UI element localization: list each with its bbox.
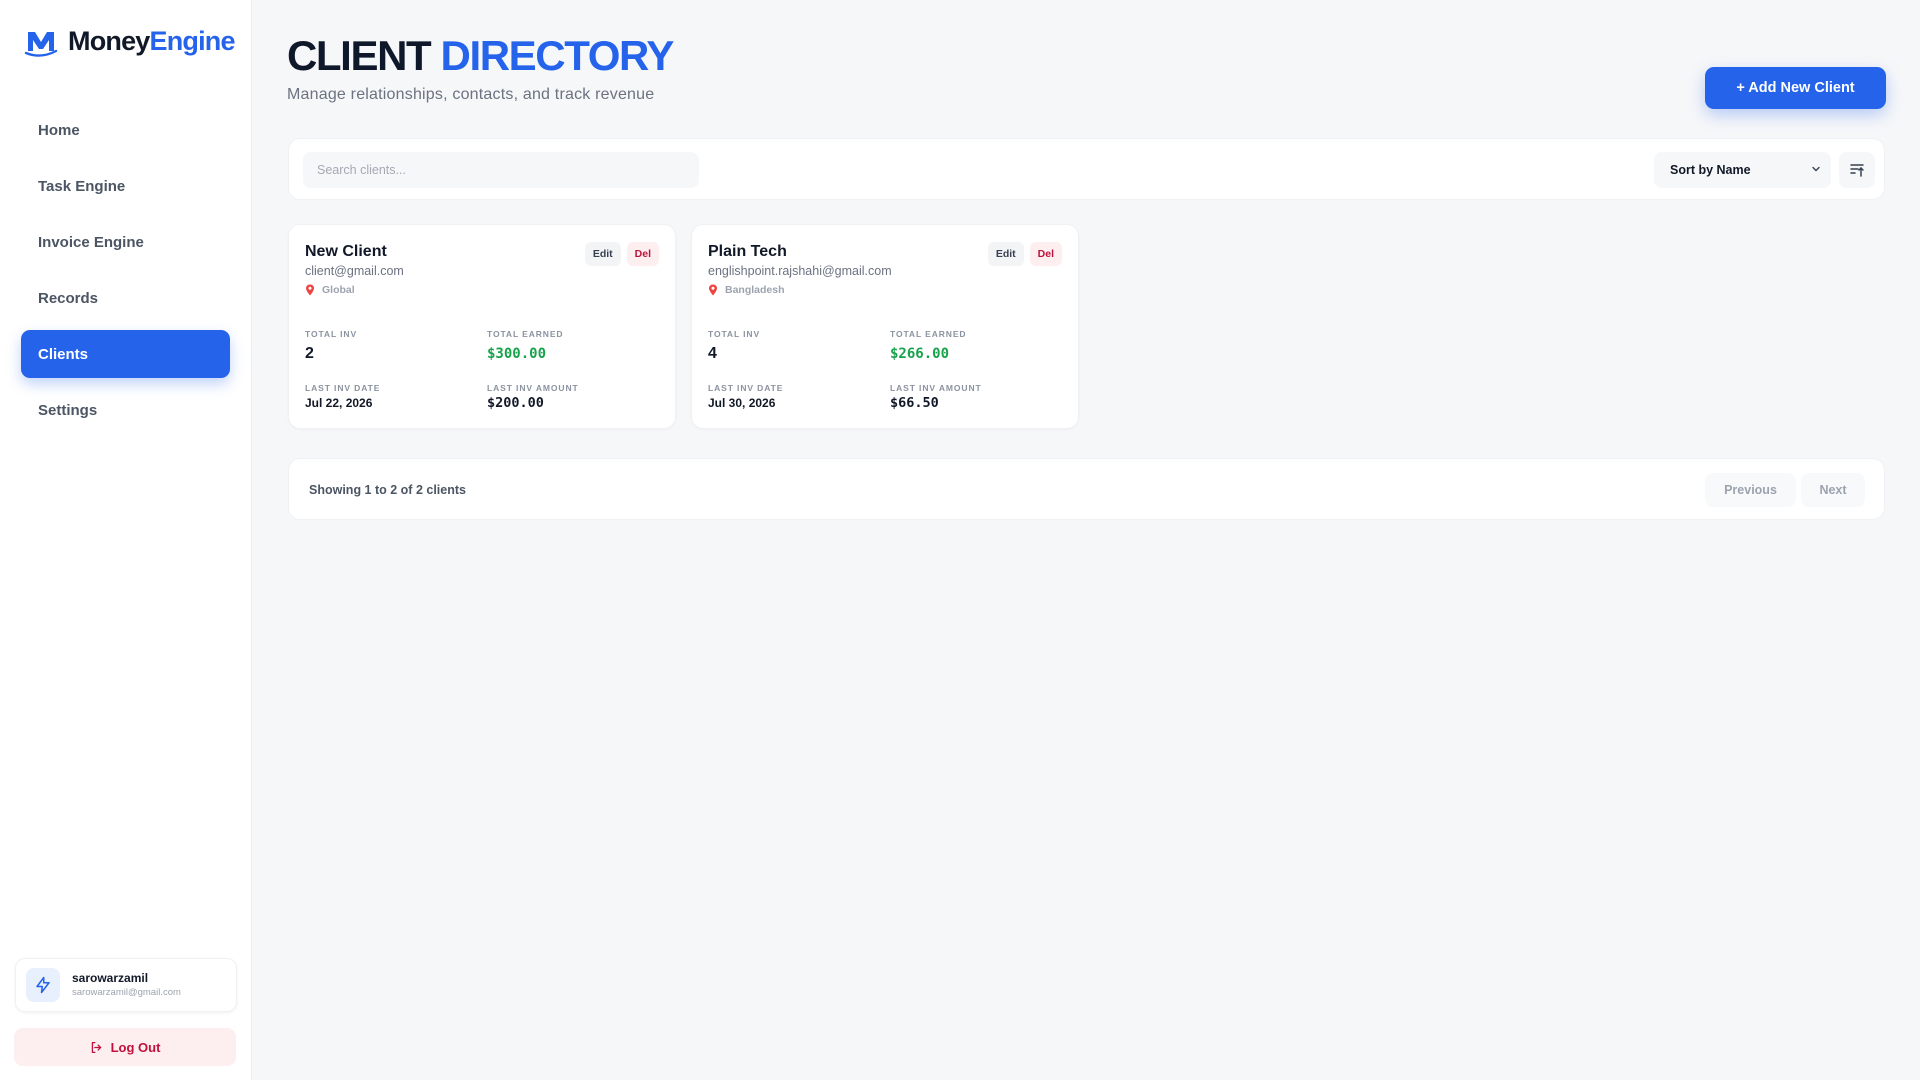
- edit-button[interactable]: Edit: [987, 242, 1024, 266]
- card-actions: Edit Del: [584, 242, 659, 266]
- last-inv-amount-label: LAST INV AMOUNT: [487, 383, 579, 393]
- brand-name: MoneyEngine: [68, 26, 236, 57]
- logout-label: Log Out: [110, 1039, 161, 1055]
- bolt-icon: [36, 976, 50, 994]
- last-inv-date-value: Jul 22, 2026: [305, 396, 373, 410]
- last-inv-amount-value: $200.00: [487, 395, 544, 411]
- last-inv-amount-value: $66.50: [890, 395, 939, 411]
- page-subtitle: Manage relationships, contacts, and trac…: [287, 86, 655, 103]
- sidebar-item-task-engine[interactable]: Task Engine: [21, 162, 230, 210]
- user-info: sarowarzamil sarowarzamil@gmail.com: [72, 971, 181, 1000]
- client-email: englishpoint.rajshahi@gmail.com: [708, 264, 892, 278]
- client-name: Plain Tech: [708, 243, 787, 260]
- sort-select-value: Sort by Name: [1670, 163, 1751, 177]
- total-earned-label: TOTAL EARNED: [487, 329, 564, 339]
- client-card: New Client client@gmail.com Global Edit …: [288, 224, 676, 429]
- client-email: client@gmail.com: [305, 264, 404, 278]
- sidebar-item-settings[interactable]: Settings: [21, 386, 230, 434]
- sort-ascending-icon: [1850, 164, 1864, 177]
- total-earned-value: $300.00: [487, 346, 547, 362]
- user-card[interactable]: sarowarzamil sarowarzamil@gmail.com: [15, 958, 237, 1012]
- sidebar-item-invoice-engine[interactable]: Invoice Engine: [21, 218, 230, 266]
- next-button[interactable]: Next: [1801, 473, 1865, 507]
- client-name: New Client: [305, 243, 387, 260]
- m-logo-icon: [24, 31, 58, 57]
- client-location-label: Bangladesh: [725, 284, 785, 296]
- pagination: Showing 1 to 2 of 2 clients Previous Nex…: [288, 458, 1885, 520]
- sidebar-nav: Home Task Engine Invoice Engine Records …: [21, 106, 230, 442]
- delete-button[interactable]: Del: [626, 242, 659, 266]
- page-title-main: CLIENT: [287, 32, 432, 79]
- location-pin-icon: [709, 284, 717, 296]
- chevron-down-icon: [1812, 166, 1820, 172]
- search-input[interactable]: [303, 152, 699, 188]
- edit-button[interactable]: Edit: [584, 242, 621, 266]
- client-location: Global: [305, 284, 355, 296]
- sidebar-item-records[interactable]: Records: [21, 274, 230, 322]
- user-email: sarowarzamil@gmail.com: [72, 986, 181, 998]
- filter-toolbar: Sort by Name: [288, 138, 1885, 200]
- brand-name-main: Money: [68, 26, 150, 56]
- client-location: Bangladesh: [708, 284, 785, 296]
- avatar: [26, 968, 60, 1002]
- last-inv-amount-label: LAST INV AMOUNT: [890, 383, 982, 393]
- brand-name-accent: Engine: [149, 26, 236, 56]
- last-inv-date-label: LAST INV DATE: [708, 383, 784, 393]
- total-inv-value: 2: [305, 345, 314, 362]
- logout-button[interactable]: Log Out: [14, 1028, 236, 1066]
- sort-direction-button[interactable]: [1839, 152, 1875, 188]
- delete-button[interactable]: Del: [1029, 242, 1062, 266]
- sort-select[interactable]: Sort by Name: [1654, 152, 1831, 188]
- total-inv-value: 4: [708, 345, 717, 362]
- sidebar-item-clients[interactable]: Clients: [21, 330, 230, 378]
- logout-icon: [91, 1041, 101, 1053]
- sidebar: MoneyEngine Home Task Engine Invoice Eng…: [0, 0, 252, 1080]
- card-actions: Edit Del: [987, 242, 1062, 266]
- last-inv-date-label: LAST INV DATE: [305, 383, 381, 393]
- sidebar-item-home[interactable]: Home: [21, 106, 230, 154]
- previous-button[interactable]: Previous: [1705, 473, 1796, 507]
- total-earned-value: $266.00: [890, 346, 950, 362]
- client-location-label: Global: [322, 284, 355, 296]
- total-inv-label: TOTAL INV: [305, 329, 358, 339]
- last-inv-date-value: Jul 30, 2026: [708, 396, 776, 410]
- total-inv-label: TOTAL INV: [708, 329, 761, 339]
- location-pin-icon: [306, 284, 314, 296]
- user-name: sarowarzamil: [72, 970, 149, 985]
- page-title-accent: DIRECTORY: [440, 32, 675, 79]
- client-card: Plain Tech englishpoint.rajshahi@gmail.c…: [691, 224, 1079, 429]
- total-earned-label: TOTAL EARNED: [890, 329, 967, 339]
- add-new-client-button[interactable]: + Add New Client: [1705, 67, 1886, 109]
- page-title: CLIENT DIRECTORY: [287, 32, 675, 80]
- brand[interactable]: MoneyEngine: [24, 26, 236, 57]
- pagination-info: Showing 1 to 2 of 2 clients: [309, 483, 466, 497]
